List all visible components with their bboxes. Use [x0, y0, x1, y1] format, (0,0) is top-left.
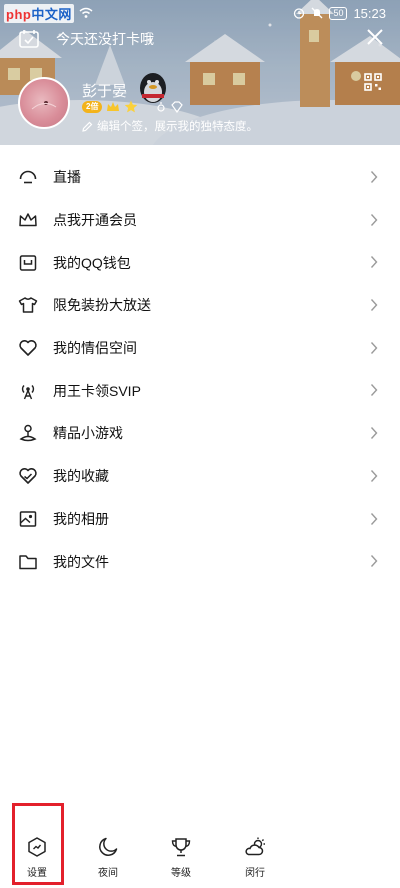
- status-time: 15:23: [353, 5, 386, 21]
- menu-item-files[interactable]: 我的文件: [0, 540, 400, 583]
- mute-icon: [311, 7, 323, 19]
- menu-item-couple-space[interactable]: 我的情侣空间: [0, 327, 400, 370]
- menu-item-dressup[interactable]: 限免装扮大放送: [0, 284, 400, 327]
- watermark-logo: php中文网: [4, 3, 74, 23]
- menu-item-label: 我的文件: [53, 553, 109, 570]
- live-icon: [19, 171, 37, 184]
- menu-item-label: 我的相册: [53, 510, 109, 527]
- joystick-icon: [19, 425, 37, 442]
- battery-indicator: 50: [329, 6, 348, 20]
- settings-highlight-annotation: [12, 803, 64, 885]
- chevron-right-icon: [370, 213, 378, 226]
- chevron-right-icon: [370, 469, 378, 482]
- chevron-right-icon: [370, 384, 378, 397]
- tab-label: 等级: [171, 868, 191, 879]
- chevron-right-icon: [370, 427, 378, 440]
- close-icon[interactable]: [366, 28, 384, 46]
- status-bar: php中文网 50 15:23: [0, 0, 400, 26]
- moon-badge-icon[interactable]: [142, 101, 152, 113]
- menu-item-wallet[interactable]: 我的QQ钱包: [0, 241, 400, 284]
- tab-weather[interactable]: 闵行: [233, 836, 277, 879]
- crown-badge-icon[interactable]: [106, 101, 120, 113]
- heart-icon: [19, 340, 37, 356]
- chevron-right-icon: [370, 512, 378, 525]
- signature-row[interactable]: 编辑个签，展示我的独特态度。: [82, 118, 258, 134]
- menu-item-label: 精品小游戏: [53, 425, 123, 442]
- diamond-badge-icon[interactable]: [170, 100, 184, 113]
- tab-label: 闵行: [245, 868, 265, 879]
- chevron-right-icon: [370, 341, 378, 354]
- wifi-icon: [79, 7, 93, 18]
- avatar[interactable]: [18, 77, 70, 129]
- star-badge-icon[interactable]: [124, 100, 138, 113]
- chevron-right-icon: [370, 555, 378, 568]
- tshirt-icon: [18, 297, 38, 314]
- alarm-icon: [294, 8, 305, 19]
- avatar-image: [31, 101, 57, 110]
- menu-item-favorites[interactable]: 我的收藏: [0, 455, 400, 498]
- checkin-row[interactable]: 今天还没打卡哦: [18, 28, 384, 50]
- chevron-right-icon: [370, 256, 378, 269]
- menu-list: 直播 点我开通会员 我的QQ钱包 限免装扮大放送 我的情侣空间 用王卡领SVIP…: [0, 156, 400, 583]
- status-right: 50 15:23: [293, 6, 386, 21]
- edit-pencil-icon[interactable]: [82, 121, 93, 132]
- menu-item-label: 限免装扮大放送: [53, 297, 151, 314]
- menu-item-live[interactable]: 直播: [0, 156, 400, 199]
- menu-item-album[interactable]: 我的相册: [0, 498, 400, 541]
- level-badge[interactable]: 2倍: [82, 100, 103, 113]
- menu-item-king-card[interactable]: 用王卡领SVIP: [0, 369, 400, 412]
- weather-icon: [245, 837, 265, 856]
- signature-text[interactable]: 编辑个签，展示我的独特态度。: [97, 118, 258, 134]
- menu-item-label: 用王卡领SVIP: [53, 382, 141, 399]
- menu-item-label: 我的情侣空间: [53, 340, 137, 357]
- status-left: php中文网: [4, 3, 93, 23]
- tab-label: 夜间: [98, 868, 118, 879]
- photo-icon: [19, 511, 37, 527]
- signal-tower-icon: [21, 384, 35, 400]
- wallet-icon: [19, 254, 37, 271]
- checkin-text[interactable]: 今天还没打卡哦: [56, 29, 154, 49]
- moon-icon: [99, 837, 118, 856]
- chevron-right-icon: [370, 171, 378, 183]
- crown-icon: [19, 213, 37, 227]
- chevron-right-icon: [370, 299, 378, 312]
- trophy-icon: [171, 838, 191, 857]
- sun-badge-icon[interactable]: [156, 101, 166, 113]
- qr-code-icon[interactable]: [364, 73, 382, 91]
- menu-item-label: 点我开通会员: [53, 212, 137, 229]
- folder-icon: [19, 554, 37, 569]
- calendar-check-icon[interactable]: [18, 28, 40, 50]
- menu-item-vip[interactable]: 点我开通会员: [0, 199, 400, 242]
- menu-item-label: 我的收藏: [53, 468, 109, 485]
- menu-item-mini-games[interactable]: 精品小游戏: [0, 412, 400, 455]
- nickname[interactable]: 彭于晏: [82, 80, 127, 101]
- badge-row[interactable]: 2倍: [82, 100, 184, 113]
- menu-item-label: 直播: [53, 169, 81, 186]
- menu-item-label: 我的QQ钱包: [53, 254, 131, 271]
- profile-header: php中文网 50 15:23 今天还没打卡哦 彭于晏 2倍 编辑个签，展示我的…: [0, 0, 400, 145]
- tab-level[interactable]: 等级: [159, 836, 203, 879]
- heart-check-icon: [19, 468, 37, 484]
- tab-night-mode[interactable]: 夜间: [86, 836, 130, 879]
